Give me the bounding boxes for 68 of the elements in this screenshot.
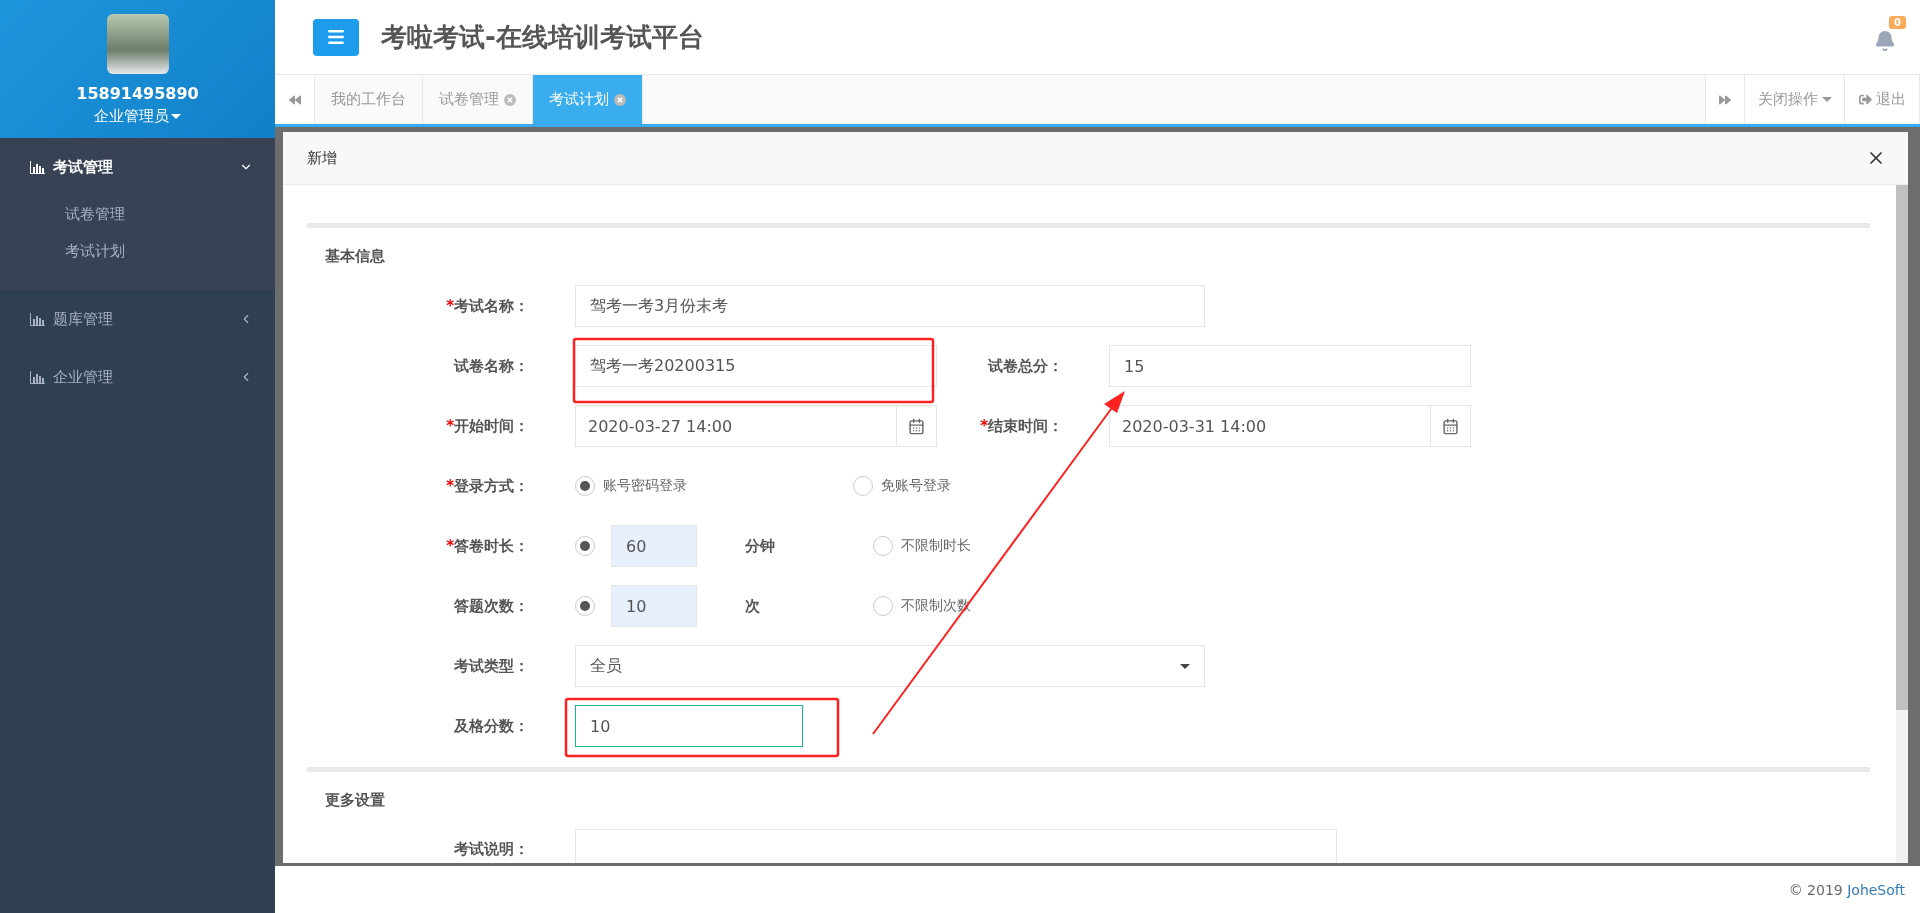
date-input[interactable]: 2020-03-31 14:00 <box>1109 405 1471 447</box>
logout-button[interactable]: 退出 <box>1845 75 1920 124</box>
sidebar-subitem[interactable]: 考试计划 <box>0 233 275 270</box>
field-label: *结束时间： <box>979 416 1064 436</box>
section-title: 基本信息 <box>325 246 386 266</box>
modal-title: 新增 <box>307 148 338 168</box>
text-input[interactable]: 驾考一考3月份末考 <box>575 285 1205 327</box>
field-label: *开始时间： <box>445 416 530 436</box>
select-field[interactable]: 全员 <box>575 645 1205 687</box>
text-input[interactable]: 10 <box>575 705 803 747</box>
radio-button[interactable] <box>853 476 873 496</box>
date-input[interactable]: 2020-03-27 14:00 <box>575 405 937 447</box>
field-label: 考试类型： <box>453 656 530 676</box>
scrollbar[interactable] <box>1896 185 1908 863</box>
field-label: *考试名称： <box>445 296 530 316</box>
app-title: 考啦考试-在线培训考试平台 <box>381 20 705 54</box>
user-phone: 15891495890 <box>76 84 199 103</box>
radio-label: 不限制时长 <box>901 537 971 555</box>
field-label: *登录方式： <box>445 476 530 496</box>
close-icon[interactable] <box>504 93 516 106</box>
number-input[interactable]: 10 <box>611 585 697 627</box>
notification-badge: 0 <box>1889 16 1906 29</box>
radio-button[interactable] <box>873 536 893 556</box>
sidebar-subitem[interactable]: 试卷管理 <box>0 196 275 233</box>
radio-button[interactable] <box>575 476 595 496</box>
page-tab[interactable]: 我的工作台 <box>315 75 423 124</box>
calendar-icon <box>908 417 925 435</box>
caret-icon <box>1821 97 1832 102</box>
bar-chart-icon <box>30 312 45 326</box>
text-input[interactable]: 15 <box>1109 345 1471 387</box>
radio-label: 免账号登录 <box>881 477 951 495</box>
double-left-icon <box>288 93 301 106</box>
field-label: 考试说明： <box>453 839 530 859</box>
close-operations-dropdown[interactable]: 关闭操作 <box>1745 75 1845 124</box>
field-label: *答卷时长： <box>445 536 530 556</box>
double-right-icon <box>1719 93 1731 106</box>
unit-label: 次 <box>744 596 761 616</box>
radio-button[interactable] <box>575 596 595 616</box>
role-dropdown[interactable]: 企业管理员 <box>94 107 181 126</box>
avatar-photo-placeholder[interactable] <box>106 14 169 74</box>
number-input[interactable]: 60 <box>611 525 697 567</box>
radio-button[interactable] <box>575 536 595 556</box>
caret-icon <box>1180 663 1190 669</box>
sidebar-menu-item[interactable]: 考试管理 <box>0 138 275 196</box>
field-label: 答题次数： <box>453 596 530 616</box>
scroll-left-button[interactable] <box>275 75 315 124</box>
unit-label: 分钟 <box>744 536 776 556</box>
sidebar-menu-item[interactable]: 题库管理 <box>0 290 275 348</box>
menu-icon <box>326 27 346 47</box>
bell-icon[interactable] <box>1874 30 1896 52</box>
caret-icon <box>171 114 181 119</box>
scroll-right-button[interactable] <box>1705 75 1745 124</box>
section-title: 更多设置 <box>325 790 386 810</box>
copyright-text: © 2019 JoheSoft <box>1788 881 1905 898</box>
menu-button[interactable] <box>313 18 359 56</box>
logout-icon <box>1858 93 1872 106</box>
field-label: 试卷总分： <box>986 356 1064 376</box>
text-input[interactable]: 驾考一考20200315 <box>575 345 937 387</box>
bar-chart-icon <box>30 160 45 174</box>
field-label: 试卷名称： <box>452 356 530 376</box>
calendar-icon <box>1442 417 1459 435</box>
bar-chart-icon <box>30 370 45 384</box>
field-label: 及格分数： <box>453 716 530 736</box>
radio-label: 账号密码登录 <box>603 477 687 495</box>
company-link[interactable]: JoheSoft <box>1847 881 1905 898</box>
radio-button[interactable] <box>873 596 893 616</box>
sidebar-menu-item[interactable]: 企业管理 <box>0 348 275 406</box>
close-icon[interactable] <box>614 93 626 106</box>
